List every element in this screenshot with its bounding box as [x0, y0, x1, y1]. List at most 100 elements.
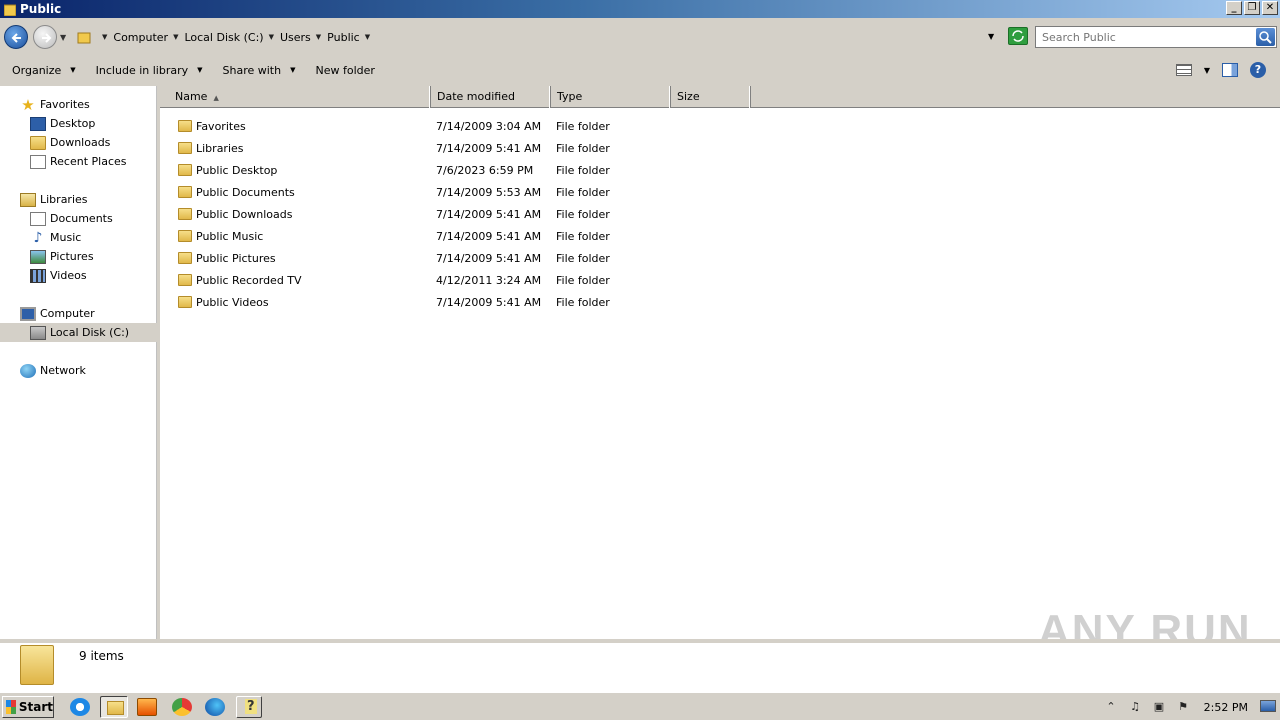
folder-icon: [77, 30, 91, 44]
nav-favorites[interactable]: ★ Favorites: [20, 95, 89, 114]
search-icon[interactable]: [1256, 28, 1275, 46]
folder-icon: [178, 252, 192, 264]
breadcrumb-public[interactable]: Public ▼: [327, 31, 376, 44]
forward-button[interactable]: [33, 25, 57, 49]
nav-libraries[interactable]: Libraries: [20, 190, 88, 209]
back-button[interactable]: [4, 25, 28, 49]
change-view-icon[interactable]: [1175, 64, 1192, 76]
folder-icon: [178, 208, 192, 220]
preview-pane-icon[interactable]: [1222, 63, 1238, 77]
folder-icon: [178, 164, 192, 176]
nav-desktop[interactable]: Desktop: [30, 114, 95, 133]
window-controls: _ ❐ ✕: [1226, 1, 1278, 15]
media-player-icon[interactable]: [137, 698, 157, 716]
pictures-icon: [30, 249, 46, 264]
chevron-down-icon[interactable]: ▼: [173, 33, 178, 41]
nav-documents[interactable]: Documents: [30, 209, 113, 228]
libraries-icon: [20, 192, 36, 207]
taskbar: Start ⌃ ♫ ▣ ⚑ 2:52 PM: [0, 692, 1280, 720]
windows-explorer-taskbar-button[interactable]: [100, 696, 128, 718]
breadcrumb-local-disk[interactable]: Local Disk (C:) ▼: [184, 31, 280, 44]
chevron-down-icon[interactable]: ▼: [269, 33, 274, 41]
table-row[interactable]: Public Music 7/14/2009 5:41 AM File fold…: [160, 225, 1280, 247]
system-tray: ⌃ ♫ ▣ ⚑: [1104, 695, 1280, 719]
restore-button[interactable]: ❐: [1244, 1, 1260, 15]
view-controls: ▼ ?: [1175, 62, 1266, 78]
network-status-icon[interactable]: ▣: [1152, 700, 1166, 714]
table-row[interactable]: Public Pictures 7/14/2009 5:41 AM File f…: [160, 247, 1280, 269]
column-header-name[interactable]: Name ▲: [160, 86, 431, 108]
table-row[interactable]: Public Desktop 7/6/2023 6:59 PM File fol…: [160, 159, 1280, 181]
clock[interactable]: 2:52 PM: [1204, 701, 1248, 714]
recent-places-icon: [30, 154, 46, 169]
recent-pages-dropdown[interactable]: ▼: [60, 33, 66, 42]
column-headers: Name ▲ Date modified Type Size: [160, 86, 1280, 108]
nav-network[interactable]: Network: [20, 361, 86, 380]
back-arrow-icon: [11, 33, 21, 43]
view-options-dropdown[interactable]: ▼: [1204, 66, 1210, 75]
chevron-down-icon[interactable]: ▼: [365, 33, 370, 41]
share-with-button[interactable]: Share with ▼: [223, 64, 296, 77]
table-row[interactable]: Public Downloads 7/14/2009 5:41 AM File …: [160, 203, 1280, 225]
volume-icon[interactable]: ♫: [1128, 700, 1142, 714]
network-icon: [20, 363, 36, 378]
nav-pictures[interactable]: Pictures: [30, 247, 94, 266]
nav-recent-places[interactable]: Recent Places: [30, 152, 127, 171]
edge-icon[interactable]: [205, 698, 225, 716]
nav-downloads[interactable]: Downloads: [30, 133, 110, 152]
nav-videos[interactable]: Videos: [30, 266, 87, 285]
organize-button[interactable]: Organize ▼: [12, 64, 76, 77]
sort-ascending-icon: ▲: [213, 94, 219, 102]
include-in-library-button[interactable]: Include in library ▼: [96, 64, 203, 77]
videos-icon: [30, 268, 46, 283]
help-icon[interactable]: ?: [1250, 62, 1266, 78]
refresh-button[interactable]: [1008, 27, 1028, 45]
forward-arrow-icon: [42, 33, 52, 43]
search-box[interactable]: [1035, 26, 1277, 48]
navigation-pane[interactable]: ★ Favorites Desktop Downloads Recent Plac…: [0, 86, 157, 639]
minimize-button[interactable]: _: [1226, 1, 1242, 15]
documents-icon: [30, 211, 46, 226]
column-header-date-modified[interactable]: Date modified: [431, 86, 551, 108]
unknown-app-icon[interactable]: [236, 696, 262, 718]
address-history-dropdown[interactable]: ▼: [988, 32, 994, 41]
nav-computer[interactable]: Computer: [20, 304, 95, 323]
chevron-down-icon: ▼: [197, 66, 203, 74]
window-title: Public: [20, 2, 62, 16]
table-row[interactable]: Public Videos 7/14/2009 5:41 AM File fol…: [160, 291, 1280, 313]
folder-icon: [178, 120, 192, 132]
table-row[interactable]: Favorites 7/14/2009 3:04 AM File folder: [160, 115, 1280, 137]
disk-drive-icon: [30, 325, 46, 340]
chevron-down-icon: ▼: [290, 66, 296, 74]
breadcrumb-root-dropdown[interactable]: ▼: [97, 33, 113, 41]
computer-icon: [20, 306, 36, 321]
chevron-down-icon[interactable]: ▼: [316, 33, 321, 41]
address-bar[interactable]: ▼ Computer ▼ Local Disk (C:) ▼ Users ▼ Publ…: [73, 26, 1031, 48]
show-desktop-icon[interactable]: [1260, 700, 1276, 712]
table-row[interactable]: Public Recorded TV 4/12/2011 3:24 AM Fil…: [160, 269, 1280, 291]
title-bar[interactable]: Public _ ❐ ✕: [0, 0, 1280, 18]
action-center-flag-icon[interactable]: ⚑: [1176, 700, 1190, 714]
desktop-icon: [30, 116, 46, 131]
column-header-type[interactable]: Type: [551, 86, 671, 108]
table-row[interactable]: Libraries 7/14/2009 5:41 AM File folder: [160, 137, 1280, 159]
show-hidden-icons-icon[interactable]: ⌃: [1104, 700, 1118, 714]
nav-music[interactable]: ♪ Music: [30, 228, 82, 247]
file-list-pane[interactable]: Name ▲ Date modified Type Size Favorites …: [160, 86, 1280, 639]
table-row[interactable]: Public Documents 7/14/2009 5:53 AM File …: [160, 181, 1280, 203]
close-button[interactable]: ✕: [1262, 1, 1278, 15]
nav-local-disk[interactable]: Local Disk (C:): [0, 323, 157, 342]
start-button[interactable]: Start: [2, 696, 54, 718]
refresh-icon: [1012, 30, 1024, 42]
breadcrumb-computer[interactable]: Computer ▼: [113, 31, 184, 44]
new-folder-button[interactable]: New folder: [315, 64, 374, 77]
search-input[interactable]: [1036, 30, 1246, 44]
chevron-down-icon: ▼: [70, 66, 76, 74]
downloads-folder-icon: [30, 135, 46, 150]
column-header-size[interactable]: Size: [671, 86, 751, 108]
music-icon: ♪: [33, 229, 43, 246]
star-icon: ★: [21, 95, 35, 114]
breadcrumb-users[interactable]: Users ▼: [280, 31, 327, 44]
chrome-icon[interactable]: [172, 698, 192, 716]
internet-explorer-icon[interactable]: [70, 698, 90, 716]
